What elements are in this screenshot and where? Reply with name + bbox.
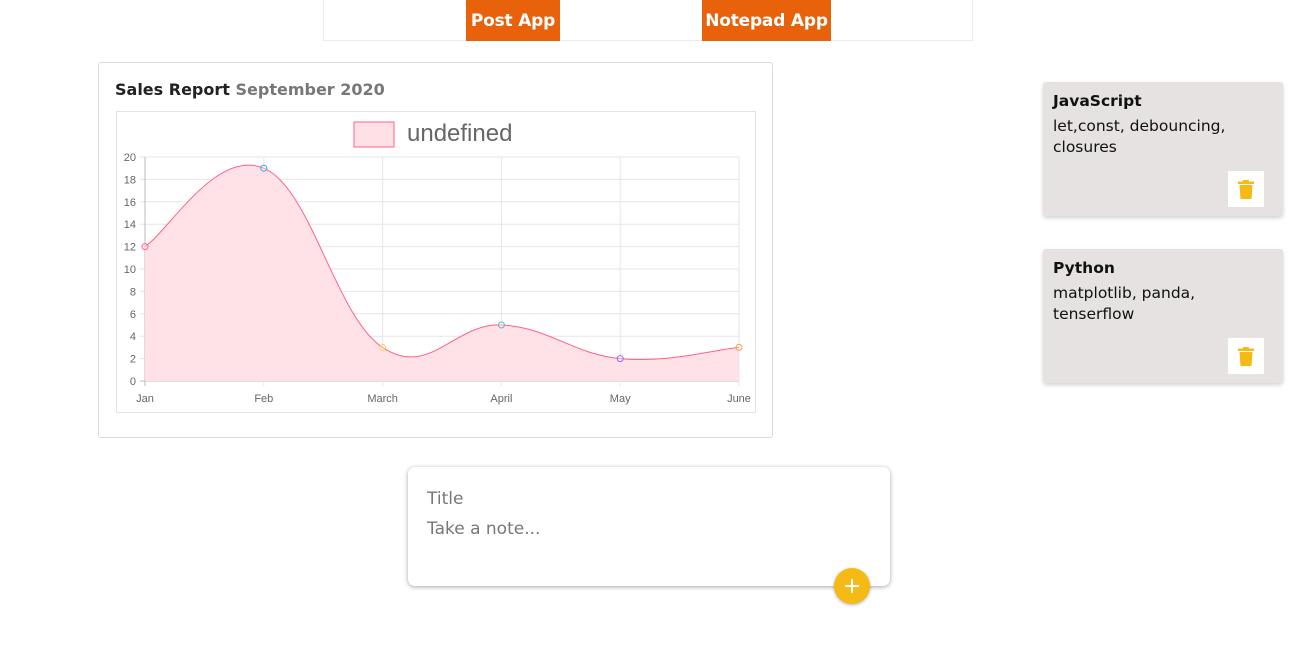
note-content: let,const, debouncing, closures [1053,117,1226,156]
data-point [497,321,505,329]
y-tick-label: 4 [130,331,136,343]
x-tick-label: March [367,393,398,405]
add-note-button[interactable] [834,568,870,604]
note-content: matplotlib, panda, tenserflow [1053,284,1196,323]
data-point [735,343,743,351]
x-tick-label: Jan [136,393,154,405]
trash-icon [1238,346,1254,366]
navbar: Post App Notepad App [323,0,973,41]
legend-label: undefined [407,120,512,147]
y-tick-label: 2 [130,354,136,366]
sales-chart: 0 2 4 6 8 10 12 14 16 18 20 Jan Feb March April May June… [116,111,756,413]
trash-icon [1238,179,1254,199]
y-tick-label: 8 [130,286,136,298]
notepad-app-button[interactable]: Notepad App [702,0,831,41]
x-tick-label: May [610,393,631,405]
note-title-input[interactable] [427,488,867,510]
x-tick-label: June [727,393,751,405]
y-tick-label: 18 [124,174,136,186]
y-tick-label: 6 [130,309,136,321]
y-tick-label: 12 [124,242,136,254]
y-tick-label: 10 [124,264,136,276]
y-tick-label: 20 [124,152,136,164]
x-tick-label: April [490,393,512,405]
data-point [616,355,624,363]
data-point [141,243,149,251]
y-tick-label: 0 [130,376,136,388]
y-tick-label: 16 [124,197,136,209]
sales-report-card: Sales Report September 2020 0 2 4 6 8 10 12 14 1… [98,62,773,438]
note-title: Python [1053,259,1115,277]
y-tick-label: 14 [124,219,136,231]
create-note-form [408,467,890,604]
x-tick-label: Feb [254,393,273,405]
chart-card-title: Sales Report September 2020 [115,80,385,99]
note-content-textarea[interactable] [427,519,867,563]
delete-note-button[interactable] [1228,171,1264,207]
series-area [145,165,739,381]
delete-note-button[interactable] [1228,338,1264,374]
note-card: JavaScript let,const, debouncing, closur… [1043,82,1283,216]
sales-chart-svg: 0 2 4 6 8 10 12 14 16 18 20 Jan Feb March April May June… [124,120,751,405]
data-point [260,164,268,172]
data-point [379,343,387,351]
plus-icon [845,579,859,593]
post-app-button[interactable]: Post App [466,0,560,41]
note-title: JavaScript [1053,92,1142,110]
chart-card-title-main: Sales Report [115,80,230,99]
chart-card-subtitle: September 2020 [235,80,385,99]
note-card: Python matplotlib, panda, tenserflow [1043,249,1283,383]
legend-swatch [353,121,395,148]
